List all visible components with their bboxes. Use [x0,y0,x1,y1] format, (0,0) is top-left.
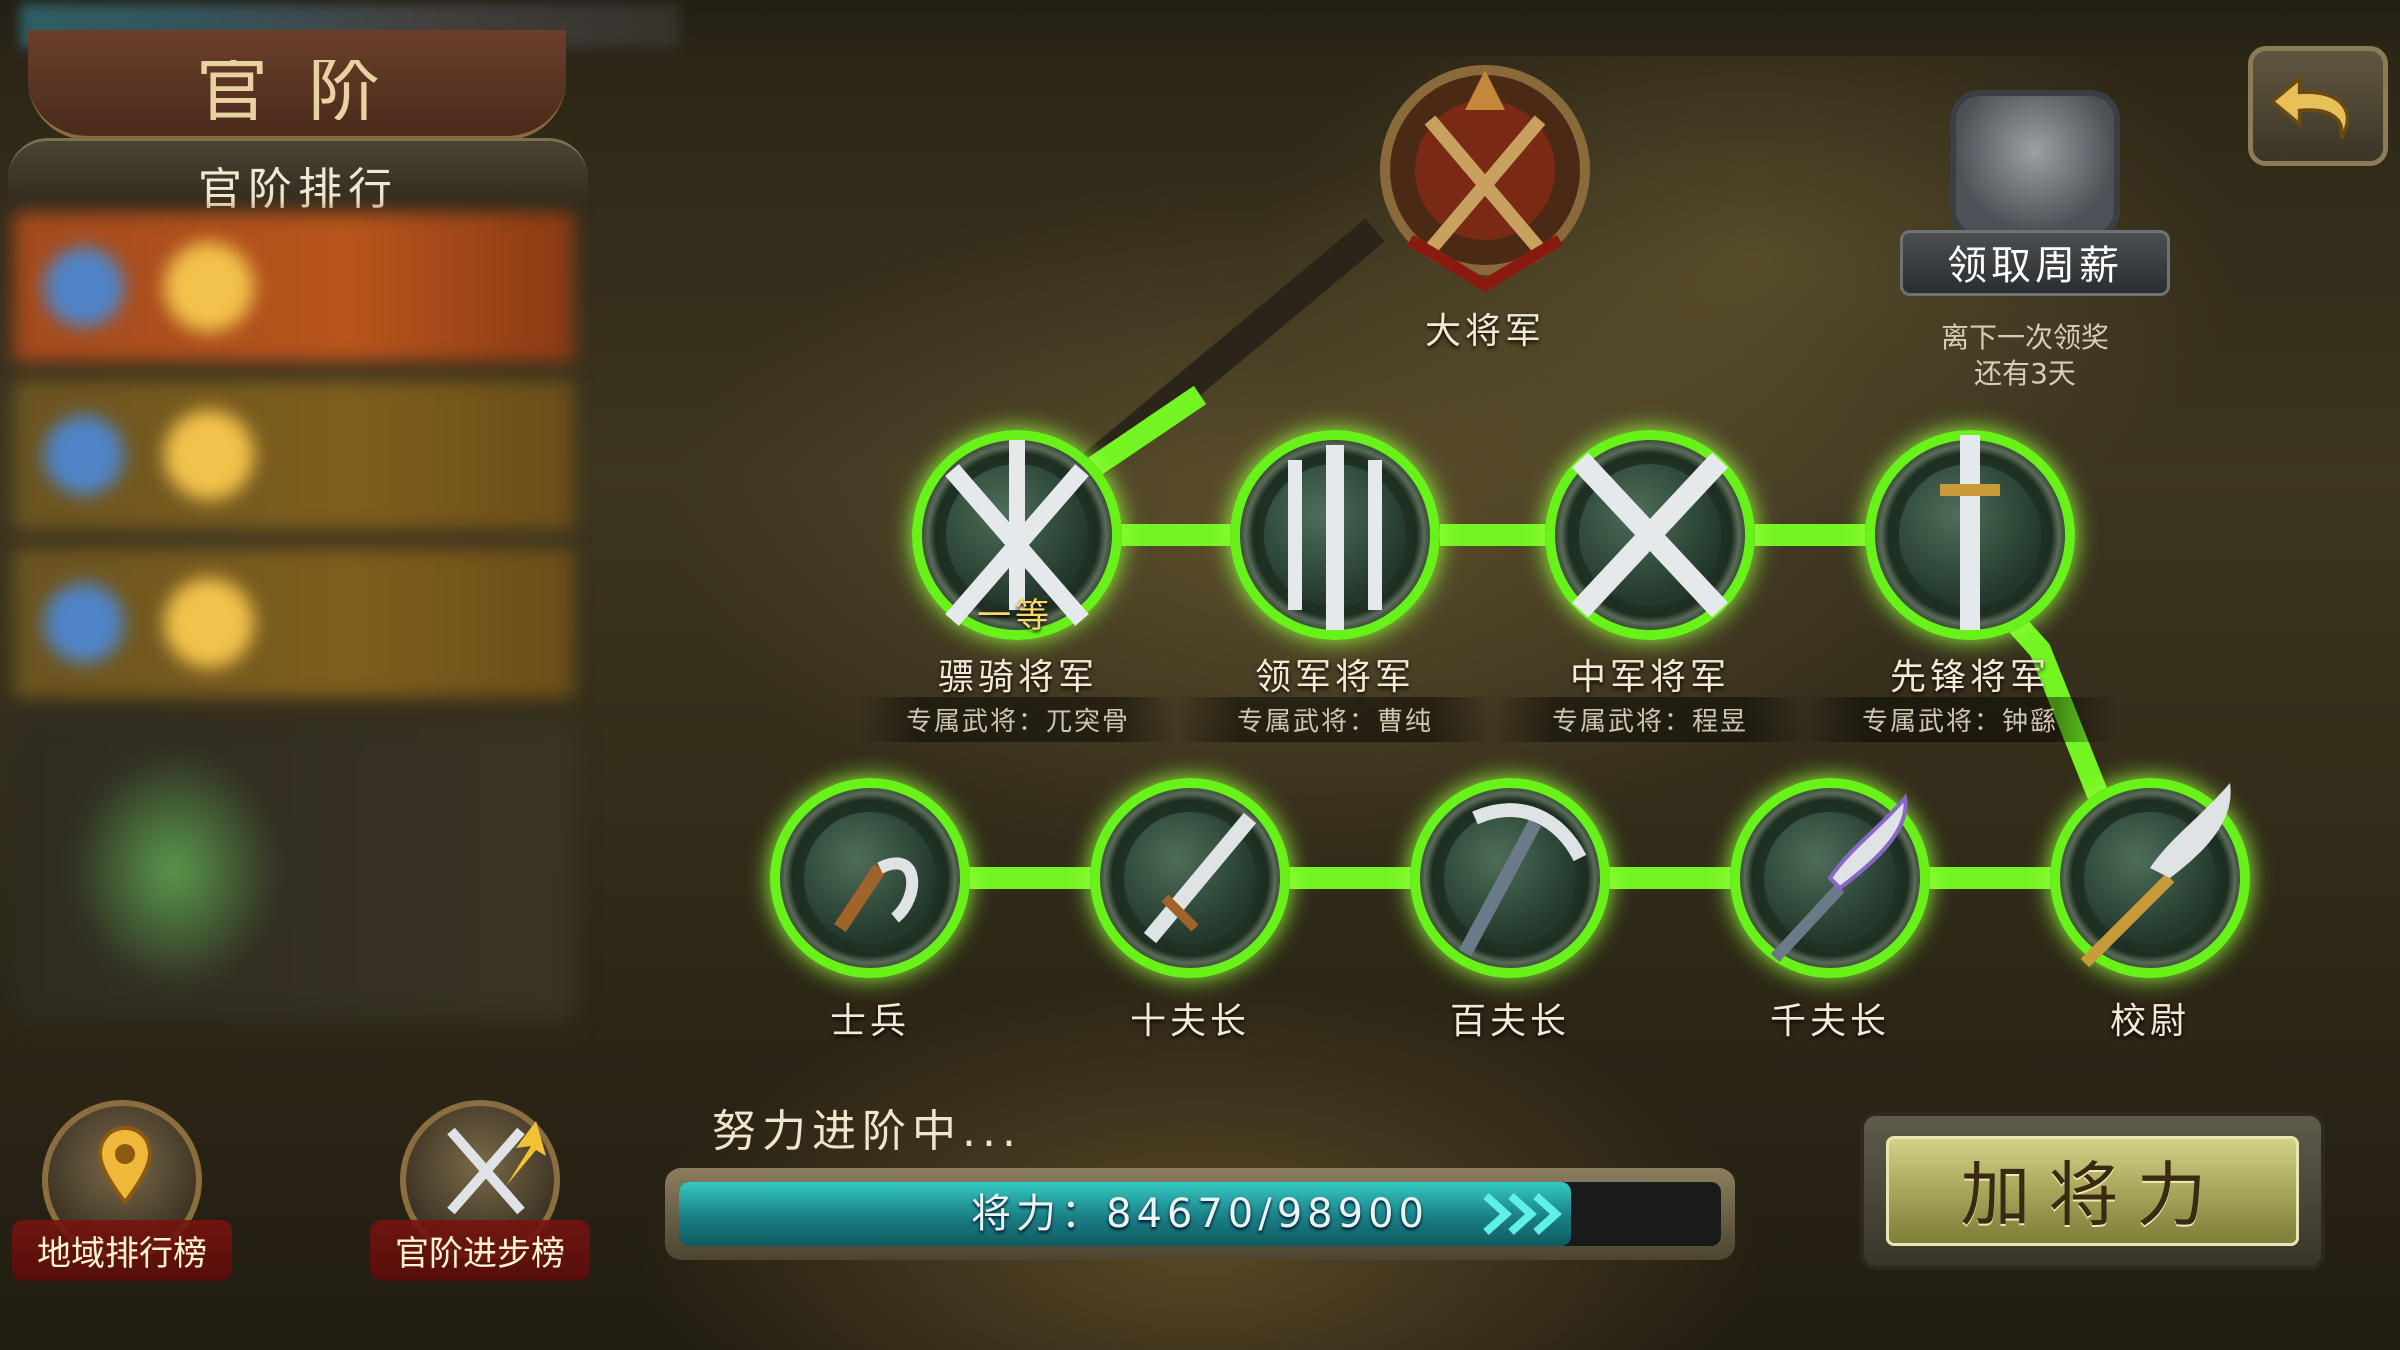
next-reward-line1: 离下一次领奖 [1940,321,2109,354]
progress-caption: 努力进阶中... [712,1106,1022,1157]
rank-node-vanguard-general[interactable] [1865,430,2075,640]
pickaxe-icon [1458,803,1587,957]
dagger-icon [1143,812,1257,944]
rank-label-grand-general: 大将军 [1424,311,1545,352]
rank-node-soldier[interactable] [770,778,970,978]
next-reward-line2: 还有3天 [1974,357,2076,390]
add-power-button-face: 加将力 [1886,1136,2299,1246]
rank-label-squad-leader: 十夫长 [1129,1001,1250,1042]
add-power-label: 加将力 [1960,1154,2225,1236]
power-progress-text: 将力：84670/98900 [971,1191,1429,1237]
axe-emblem-icon [1380,65,1590,292]
rank-node-centurion[interactable] [1410,778,1610,978]
progress-track: 将力：84670/98900 [679,1182,1721,1246]
back-button[interactable] [2248,46,2388,166]
rank-label-colonel: 校尉 [2109,1001,2190,1042]
power-progress-bar: 将力：84670/98900 [665,1168,1735,1260]
rank-node-grand-general[interactable] [1370,60,1600,300]
rank-label-vanguard-general: 先锋将军 [1889,657,2050,698]
official-rank-screen: 官阶 官阶排行 地域排行榜 官阶进步榜 大将军 领取周薪 离下一次领奖 还有3天… [0,0,2400,1350]
rank-exclusive-hero-central: 专属武将：程昱 [1490,697,1810,742]
treasure-chest-icon [1950,90,2120,240]
rank-node-squad-leader[interactable] [1090,778,1290,978]
rank-exclusive-hero-lead: 专属武将：曹纯 [1175,697,1495,742]
rank-badge-first-class: 一等 [977,596,1053,636]
add-power-button[interactable]: 加将力 [1860,1112,2325,1270]
rank-node-chiliarch[interactable] [1730,778,1930,978]
three-swords-icon [1288,445,1382,630]
single-sword-icon [1940,435,2000,630]
rank-label-cavalry-general: 骠骑将军 [937,657,1098,698]
rank-label-centurion: 百夫长 [1449,1001,1570,1042]
glaive-icon [2080,783,2231,968]
rank-node-colonel[interactable] [2050,778,2250,978]
curved-blade-icon [1770,793,1908,963]
rank-node-central-general[interactable] [1545,430,1755,640]
rank-label-chiliarch: 千夫长 [1769,1001,1890,1042]
undo-arrow-icon [2269,74,2350,140]
rank-label-soldier: 士兵 [829,1001,910,1042]
rank-label-central-general: 中军将军 [1569,657,1730,698]
rank-exclusive-hero-vanguard: 专属武将：钟繇 [1800,697,2120,742]
crossed-blades-icon [1571,452,1729,618]
weekly-salary-chest[interactable]: 领取周薪 [1900,80,2170,310]
weekly-salary-label: 领取周薪 [1900,230,2170,296]
rank-exclusive-hero-cavalry: 专属武将：兀突骨 [858,697,1178,742]
rank-label-lead-general: 领军将军 [1254,657,1415,698]
next-reward-note: 离下一次领奖 还有3天 [1860,320,2190,392]
sickle-icon [834,857,919,932]
rank-node-lead-general[interactable] [1230,430,1440,640]
